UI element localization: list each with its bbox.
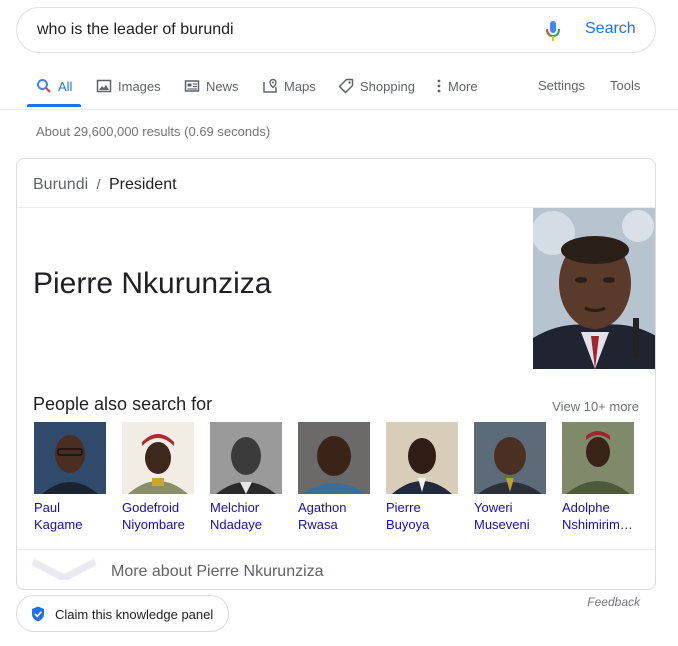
person-photo — [34, 422, 106, 494]
tab-all-label: All — [58, 78, 73, 94]
settings-link[interactable]: Settings — [538, 78, 585, 93]
breadcrumb: Burundi / President — [17, 159, 655, 208]
person-name: Adolphe Nshimirim… — [562, 500, 633, 532]
person-name: Paul Kagame — [34, 500, 83, 532]
breadcrumb-separator: / — [96, 176, 101, 192]
tab-shopping[interactable]: Shopping — [338, 78, 415, 94]
tab-more-label: More — [448, 78, 478, 94]
person-card[interactable]: Adolphe Nshimirim… — [562, 422, 634, 533]
tab-maps[interactable]: Maps — [262, 78, 316, 94]
tab-more[interactable]: More — [436, 78, 478, 94]
person-name: Melchior Ndadaye — [210, 500, 263, 532]
more-vert-icon — [437, 79, 441, 93]
tools-label: Tools — [610, 78, 641, 93]
shield-check-icon — [32, 606, 44, 622]
tab-all[interactable]: All — [36, 78, 72, 94]
breadcrumb-current: President — [108, 176, 177, 193]
person-photo — [474, 422, 546, 494]
more-about-label: More about Pierre Nkurunziza — [111, 563, 324, 580]
claim-panel-button[interactable]: Claim this knowledge panel — [16, 595, 229, 632]
tab-images-label: Images — [118, 78, 161, 94]
search-tabs: All Images News Maps Shopping More Setti… — [0, 60, 678, 110]
person-photo — [122, 422, 194, 494]
entity-portrait-image[interactable] — [533, 208, 656, 369]
tag-icon — [338, 78, 354, 94]
chevron-down-icon — [31, 558, 97, 580]
person-card[interactable]: Paul Kagame — [34, 422, 106, 533]
person-card[interactable]: Pierre Buyoya — [386, 422, 458, 533]
knowledge-panel: Burundi / President Pierre Nkurunziza Pe… — [16, 158, 656, 590]
microphone-icon[interactable] — [544, 20, 562, 42]
person-card[interactable]: Yoweri Museveni — [474, 422, 546, 533]
person-card[interactable]: Melchior Ndadaye — [210, 422, 282, 533]
people-also-search-title: People also search for — [33, 394, 213, 414]
person-name: Pierre Buyoya — [386, 500, 430, 532]
entity-title: Pierre Nkurunziza — [33, 267, 272, 300]
view-more-link[interactable]: View 10+ more — [552, 399, 639, 414]
tab-images[interactable]: Images — [96, 78, 161, 94]
map-icon — [263, 78, 277, 93]
person-name: Agathon Rwasa — [298, 500, 347, 532]
tab-maps-label: Maps — [284, 78, 316, 94]
settings-label: Settings — [538, 78, 585, 93]
more-about-row[interactable]: More about Pierre Nkurunziza — [17, 549, 655, 589]
tab-news-label: News — [206, 78, 239, 94]
person-card[interactable]: Agathon Rwasa — [298, 422, 370, 533]
tools-link[interactable]: Tools — [610, 78, 640, 93]
people-carousel: Paul Kagame Godefroid Niyombare Melchior… — [34, 422, 654, 534]
tab-shopping-label: Shopping — [360, 78, 415, 94]
search-button[interactable]: Search — [585, 20, 636, 38]
claim-panel-label: Claim this knowledge panel — [55, 607, 214, 622]
person-photo — [386, 422, 458, 494]
active-tab-indicator — [27, 104, 81, 107]
news-icon — [184, 80, 200, 92]
search-icon — [37, 79, 51, 93]
person-name: Godefroid Niyombare — [122, 500, 185, 532]
person-photo — [210, 422, 282, 494]
result-stats: About 29,600,000 results (0.69 seconds) — [36, 124, 271, 139]
image-icon — [96, 79, 112, 93]
person-photo — [298, 422, 370, 494]
person-photo — [562, 422, 634, 494]
tab-news[interactable]: News — [184, 78, 239, 94]
search-query[interactable]: who is the leader of burundi — [37, 21, 234, 39]
feedback-link[interactable]: Feedback — [587, 595, 640, 609]
person-card[interactable]: Godefroid Niyombare — [122, 422, 194, 533]
breadcrumb-root[interactable]: Burundi — [33, 176, 88, 193]
search-box[interactable]: who is the leader of burundi Search — [16, 7, 656, 53]
person-name: Yoweri Museveni — [474, 500, 530, 532]
